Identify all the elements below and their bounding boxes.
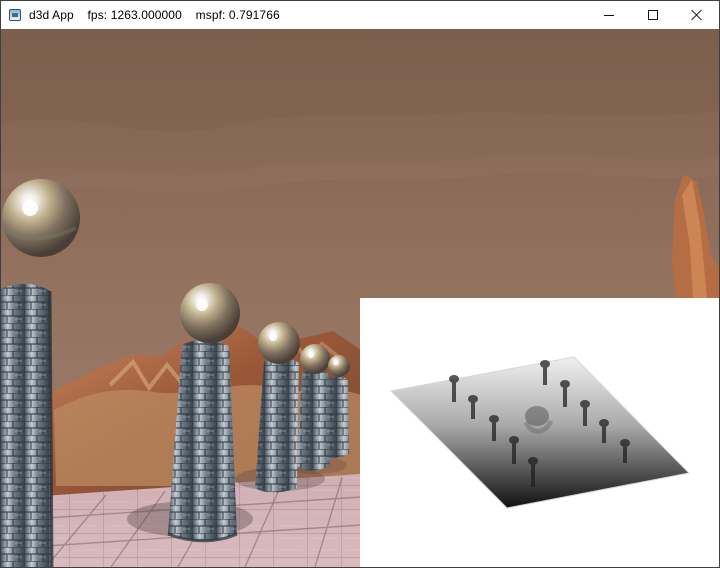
minimize-button[interactable] xyxy=(587,1,631,29)
close-icon xyxy=(691,9,703,21)
close-button[interactable] xyxy=(675,1,719,29)
render-viewport[interactable] xyxy=(1,29,719,567)
window-controls xyxy=(587,1,719,29)
maximize-button[interactable] xyxy=(631,1,675,29)
shadow-map-panel xyxy=(360,298,719,567)
mspf-label: mspf: xyxy=(195,8,226,22)
maximize-icon xyxy=(648,10,658,20)
title-bar[interactable]: d3d App fps: 1263.000000 mspf: 0.791766 xyxy=(1,1,719,29)
window-title: d3d App fps: 1263.000000 mspf: 0.791766 xyxy=(29,8,280,22)
fps-value: 1263.000000 xyxy=(110,8,182,22)
fps-label: fps: xyxy=(87,8,108,22)
app-window: d3d App fps: 1263.000000 mspf: 0.791766 xyxy=(0,0,720,568)
app-icon xyxy=(9,9,21,21)
app-name: d3d App xyxy=(29,8,74,22)
shadow-map-render xyxy=(360,298,719,567)
mspf-value: 0.791766 xyxy=(228,8,280,22)
minimize-icon xyxy=(604,14,614,16)
